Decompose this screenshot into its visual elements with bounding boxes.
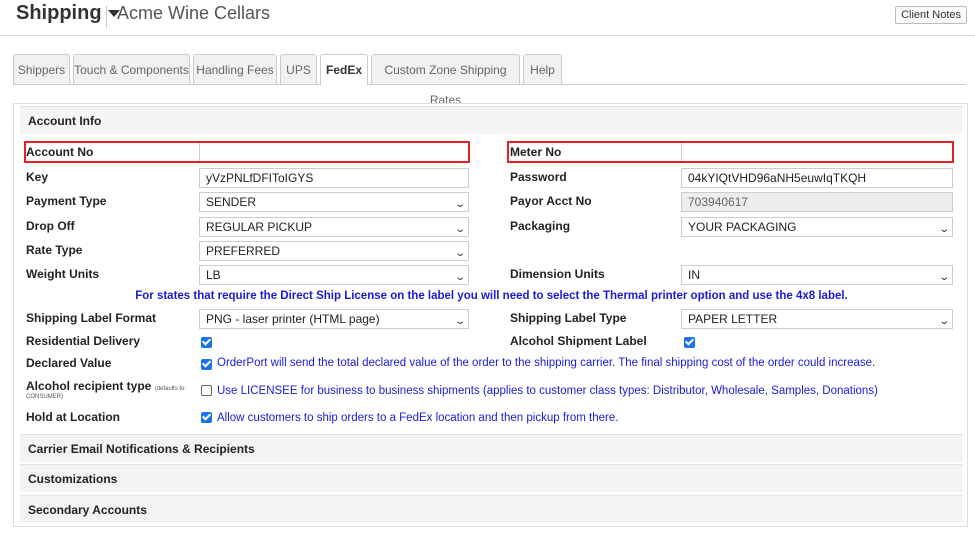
weight-units-select[interactable]: LB ⌄	[199, 265, 469, 285]
direct-ship-license-note: For states that require the Direct Ship …	[135, 290, 848, 302]
packaging-select[interactable]: YOUR PACKAGING ⌄	[681, 217, 953, 237]
rate-type-label: Rate Type	[26, 243, 83, 257]
section-account-info[interactable]: Account Info	[20, 106, 963, 134]
payor-acct-no-label: Payor Acct No	[510, 194, 592, 208]
tab-help[interactable]: Help	[523, 54, 562, 85]
account-no-label: Account No	[26, 145, 94, 159]
tab-shippers[interactable]: Shippers	[13, 54, 70, 85]
residential-delivery-checkbox[interactable]	[201, 337, 212, 348]
password-input[interactable]: 04kYIQtVHD96aNH5euwIqTKQH	[681, 168, 953, 188]
chevron-down-icon: ⌄	[453, 199, 466, 210]
page-header: Shipping Acme Wine Cellars Client Notes	[0, 0, 975, 36]
tab-custom-zone-shipping-rates[interactable]: Custom Zone Shipping Rates	[371, 54, 520, 107]
alcohol-recipient-type-checkbox[interactable]	[201, 385, 212, 396]
dimension-units-value: IN	[688, 268, 700, 282]
header-divider	[106, 6, 107, 28]
alcohol-recipient-type-description: Use LICENSEE for business to business sh…	[217, 385, 878, 397]
chevron-down-icon: ⌄	[937, 224, 950, 235]
key-label: Key	[26, 170, 49, 184]
key-input[interactable]: yVzPNLfDFIToIGYS	[199, 168, 469, 188]
drop-off-label: Drop Off	[26, 219, 75, 233]
weight-units-label: Weight Units	[26, 267, 100, 281]
rate-type-select[interactable]: PREFERRED ⌄	[199, 241, 469, 261]
meter-no-input[interactable]	[681, 143, 951, 161]
declared-value-text: OrderPort will send the total declared v…	[217, 357, 876, 369]
chevron-down-icon: ⌄	[453, 224, 466, 235]
payment-type-label: Payment Type	[26, 194, 107, 208]
alcohol-shipment-label-checkbox[interactable]	[684, 337, 695, 348]
client-notes-button[interactable]: Client Notes	[895, 6, 967, 24]
company-name: Acme Wine Cellars	[117, 3, 271, 23]
tab-fedex[interactable]: FedEx	[320, 54, 368, 86]
shipping-menu[interactable]: Shipping	[16, 2, 120, 25]
payment-type-value: SENDER	[206, 195, 257, 209]
dimension-units-label: Dimension Units	[510, 267, 605, 281]
label-format-select[interactable]: PNG - laser printer (HTML page) ⌄	[199, 309, 469, 329]
declared-value-checkbox[interactable]	[201, 359, 212, 370]
label-type-select[interactable]: PAPER LETTER ⌄	[681, 309, 953, 329]
section-secondary-accounts[interactable]: Secondary Accounts	[20, 495, 963, 523]
packaging-label: Packaging	[510, 219, 571, 233]
tab-handling-fees[interactable]: Handling Fees	[193, 54, 277, 85]
tab-ups[interactable]: UPS	[280, 54, 317, 85]
label-format-label: Shipping Label Format	[26, 311, 157, 325]
tab-touch-components[interactable]: Touch & Components	[73, 54, 190, 85]
section-customizations[interactable]: Customizations	[20, 464, 963, 492]
section-carrier-email-notifications[interactable]: Carrier Email Notifications & Recipients	[20, 434, 963, 462]
meter-no-label: Meter No	[510, 145, 562, 159]
declared-value-label: Declared Value	[26, 356, 112, 370]
payment-type-select[interactable]: SENDER ⌄	[199, 192, 469, 212]
chevron-down-icon: ⌄	[937, 316, 950, 327]
alcohol-recipient-type-hint-2: CONSUMER)	[26, 394, 63, 400]
weight-units-value: LB	[206, 268, 221, 282]
alcohol-recipient-type-hint: (defaults to:	[154, 386, 187, 392]
dimension-units-select[interactable]: IN ⌄	[681, 265, 953, 285]
packaging-value: YOUR PACKAGING	[688, 220, 797, 234]
fedex-settings-panel: Account Info Account No Meter No Key yVz…	[13, 103, 968, 527]
label-format-value: PNG - laser printer (HTML page)	[206, 312, 380, 326]
rate-type-value: PREFERRED	[206, 244, 281, 258]
alcohol-recipient-type-label: Alcohol recipient type (defaults to:	[26, 379, 186, 393]
label-type-value: PAPER LETTER	[688, 312, 778, 326]
password-label: Password	[510, 170, 567, 184]
drop-off-value: REGULAR PICKUP	[206, 220, 313, 234]
drop-off-select[interactable]: REGULAR PICKUP ⌄	[199, 217, 469, 237]
hold-at-location-text: Allow customers to ship orders to a FedE…	[217, 412, 619, 424]
alcohol-recipient-type-text: Alcohol recipient type	[26, 379, 152, 393]
account-no-input[interactable]	[199, 143, 467, 161]
tab-bar: Shippers Touch & Components Handling Fee…	[13, 54, 966, 107]
page-title: Shipping	[16, 2, 102, 24]
alcohol-shipment-label-label: Alcohol Shipment Label	[510, 334, 647, 348]
hold-at-location-label: Hold at Location	[26, 410, 120, 424]
chevron-down-icon: ⌄	[453, 248, 466, 259]
chevron-down-icon: ⌄	[937, 272, 950, 283]
hold-at-location-checkbox[interactable]	[201, 412, 212, 423]
chevron-down-icon: ⌄	[453, 272, 466, 283]
chevron-down-icon: ⌄	[453, 316, 466, 327]
label-type-label: Shipping Label Type	[510, 311, 627, 325]
residential-delivery-label: Residential Delivery	[26, 334, 141, 348]
payor-acct-no-input: 703940617	[681, 192, 953, 212]
